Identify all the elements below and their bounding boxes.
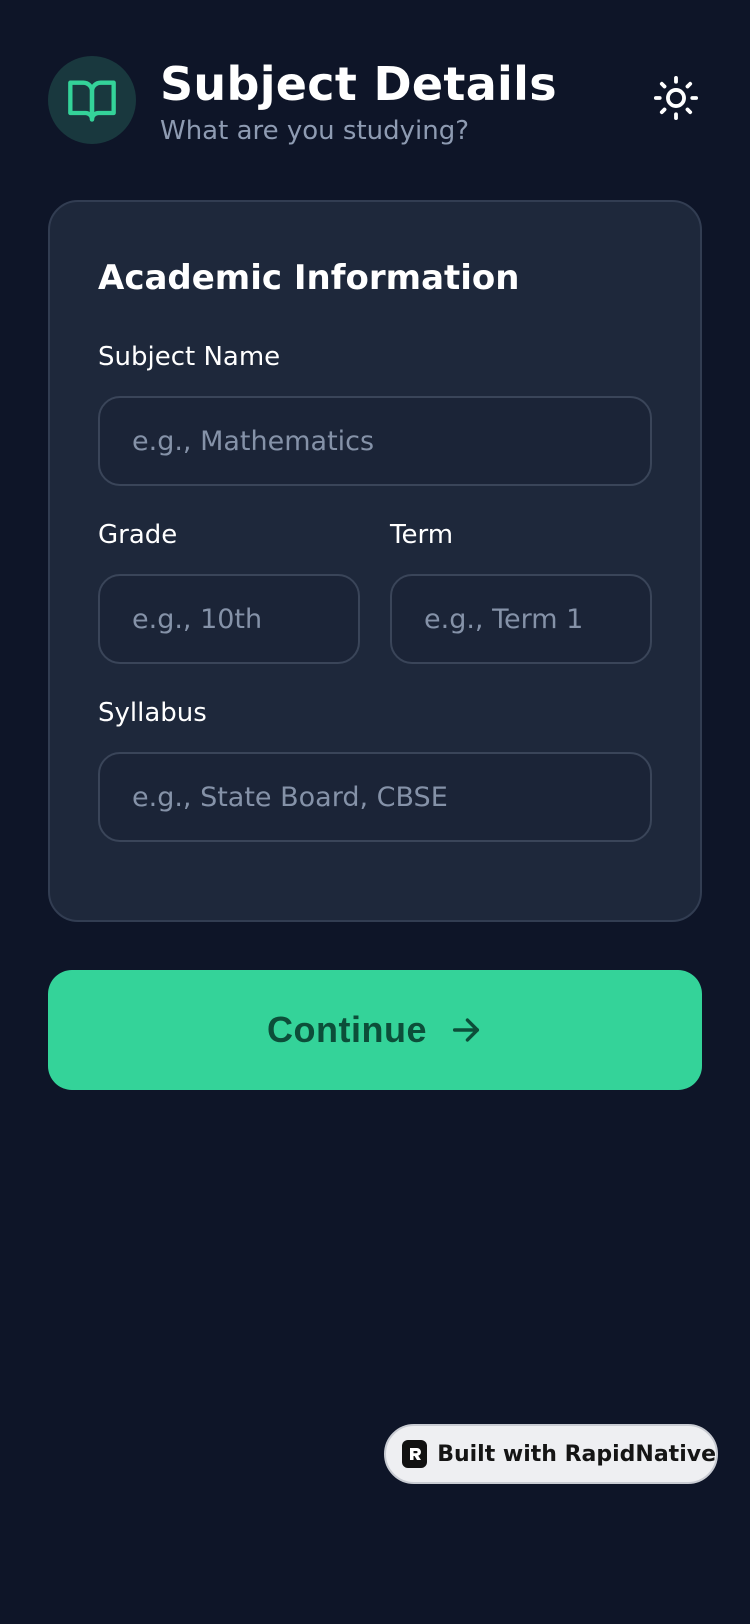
header-titles: Subject Details What are you studying? <box>160 56 557 148</box>
section-title: Academic Information <box>98 258 520 298</box>
theme-toggle-button[interactable] <box>650 72 702 124</box>
book-badge <box>48 56 136 144</box>
subject-details-screen: Subject Details What are you studying? A… <box>0 0 750 1624</box>
syllabus-input[interactable] <box>98 752 652 842</box>
arrow-right-icon <box>449 1013 483 1047</box>
page-title: Subject Details <box>160 57 557 111</box>
rapidnative-logo-icon <box>402 1440 428 1468</box>
term-label: Term <box>390 520 454 550</box>
academic-info-card: Academic Information Subject Name Grade … <box>48 200 702 922</box>
continue-label: Continue <box>267 1009 427 1050</box>
syllabus-label: Syllabus <box>98 698 207 728</box>
grade-label: Grade <box>98 520 178 550</box>
built-with-label: Built with RapidNative <box>437 1441 716 1467</box>
sun-icon <box>653 75 699 121</box>
grade-input[interactable] <box>98 574 360 664</box>
header: Subject Details What are you studying? <box>48 56 702 156</box>
built-with-badge[interactable]: Built with RapidNative <box>384 1424 718 1484</box>
subject-name-input[interactable] <box>98 396 652 486</box>
book-open-icon <box>68 80 116 122</box>
subject-name-label: Subject Name <box>98 342 281 372</box>
term-input[interactable] <box>390 574 652 664</box>
page-subtitle: What are you studying? <box>160 116 470 146</box>
continue-button[interactable]: Continue <box>48 970 702 1090</box>
